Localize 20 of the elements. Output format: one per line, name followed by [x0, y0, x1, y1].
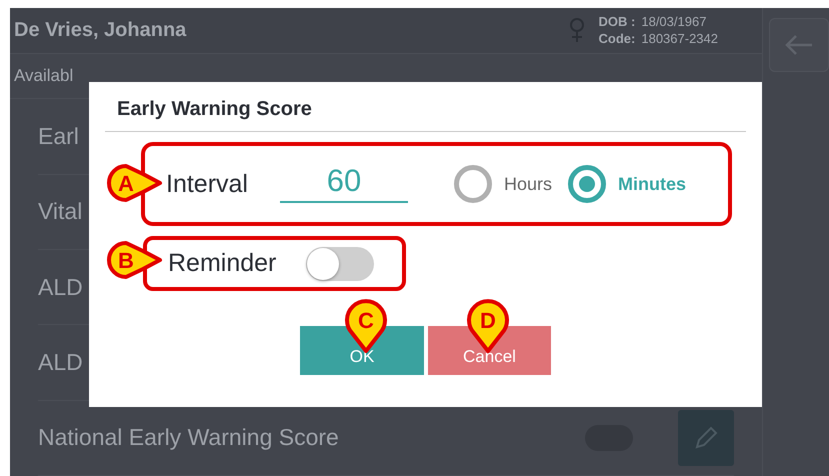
- left-arrow-icon: [784, 34, 814, 56]
- pencil-icon: [693, 424, 719, 451]
- code-value: 180367-2342: [641, 31, 718, 46]
- interval-field[interactable]: 60: [280, 161, 408, 203]
- callout-marker: B: [105, 240, 163, 280]
- reminder-toggle[interactable]: [306, 246, 374, 280]
- section-label: Availabl: [14, 66, 74, 86]
- dob-value: 18/03/1967: [641, 14, 708, 30]
- callout-marker: A: [105, 163, 163, 203]
- code-label: Code:: [598, 31, 636, 46]
- edit-button[interactable]: [678, 410, 734, 466]
- patient-name: De Vries, Johanna: [14, 18, 188, 42]
- dialog-title: Early Warning Score: [117, 98, 312, 121]
- unit-radio[interactable]: Minutes: [568, 165, 686, 203]
- back-button[interactable]: [769, 18, 829, 72]
- unit-radio[interactable]: Hours: [454, 165, 552, 203]
- reminder-label: Reminder: [168, 249, 276, 278]
- score-name[interactable]: National Early Warning Score: [38, 424, 585, 452]
- interval-label: Interval: [166, 170, 248, 198]
- dob-label: DOB :: [598, 14, 636, 30]
